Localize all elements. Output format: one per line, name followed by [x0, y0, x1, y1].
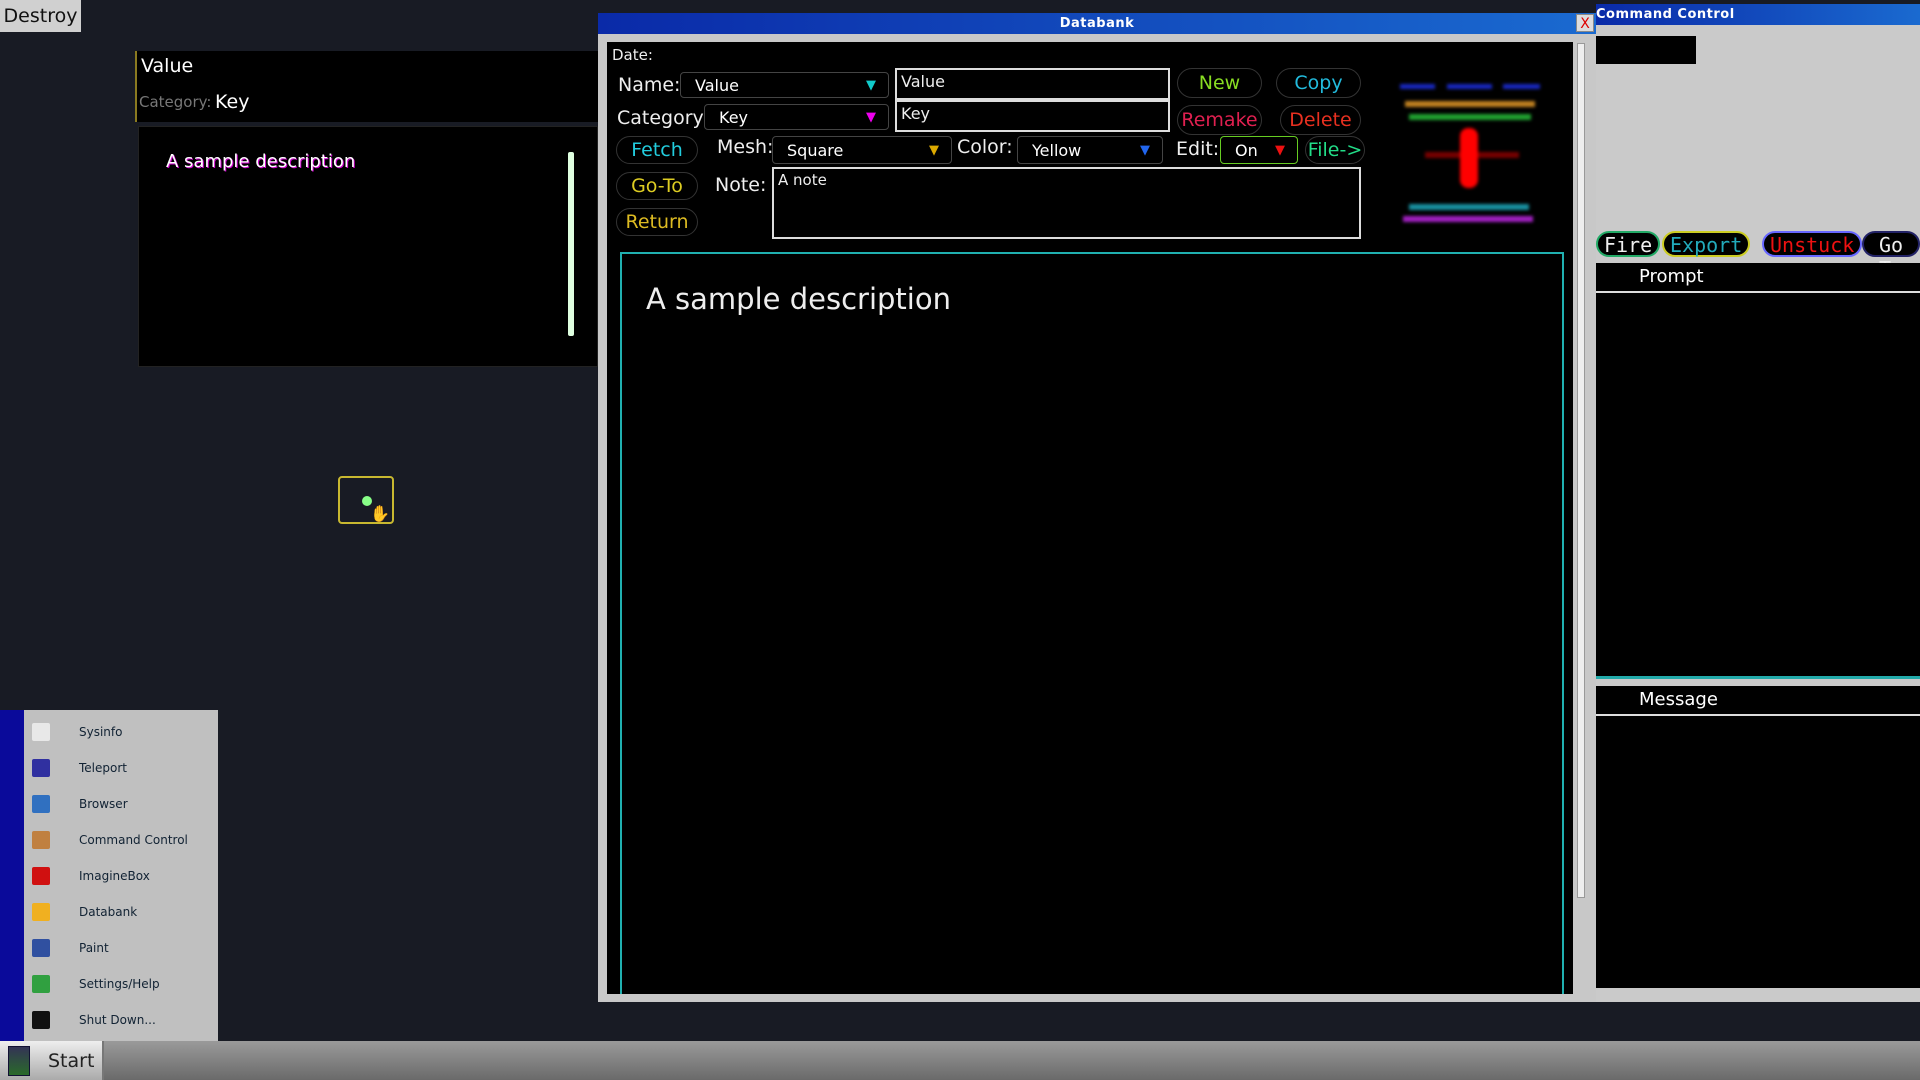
unstuck-button[interactable]: Unstuck: [1762, 231, 1862, 257]
app-icon: [32, 975, 50, 993]
start-button[interactable]: Start: [0, 1041, 104, 1080]
mesh-select[interactable]: Square ▼: [772, 136, 952, 164]
start-menu-item-label: Teleport: [79, 761, 127, 775]
record-card-header: Value Category: Key: [135, 51, 598, 122]
taskbar: Start: [0, 1041, 1920, 1080]
fetch-button[interactable]: Fetch: [616, 136, 698, 164]
edit-select-value: On: [1235, 141, 1258, 160]
record-description: A sample description: [166, 151, 355, 172]
mesh-label: Mesh:: [717, 136, 773, 158]
command-input[interactable]: [1596, 36, 1696, 64]
return-button[interactable]: Return: [616, 208, 698, 236]
chevron-down-icon: ▼: [1140, 143, 1150, 158]
category-select[interactable]: Key ▼: [704, 104, 889, 130]
start-menu-item-label: Settings/Help: [79, 977, 160, 991]
name-select-value: Value: [695, 76, 739, 95]
start-menu-item-label: Databank: [79, 905, 137, 919]
start-menu-list: Sysinfo Teleport Browser Command Control Ima…: [24, 710, 218, 1041]
name-select[interactable]: Value ▼: [680, 72, 889, 98]
world-node-icon[interactable]: ✋: [338, 476, 394, 524]
start-menu: Sysinfo Teleport Browser Command Control Ima…: [0, 710, 218, 1041]
name-input[interactable]: Value: [895, 68, 1170, 100]
category-select-value: Key: [719, 108, 748, 127]
export-button[interactable]: Export: [1662, 231, 1750, 257]
record-card-description: A sample description: [138, 126, 598, 367]
color-select[interactable]: Yellow ▼: [1017, 136, 1163, 164]
description-area[interactable]: A sample description: [620, 252, 1564, 994]
start-menu-item-label: ImagineBox: [79, 869, 150, 883]
record-category: Key: [215, 91, 249, 113]
start-menu-item[interactable]: Shut Down...: [24, 1002, 218, 1038]
start-menu-item-label: Command Control: [79, 833, 188, 847]
command-control-title[interactable]: Command Control: [1596, 4, 1920, 25]
start-label: Start: [48, 1050, 94, 1072]
prompt-header: Prompt: [1596, 263, 1920, 293]
app-icon: [32, 1011, 50, 1029]
start-menu-item[interactable]: Databank: [24, 894, 218, 930]
chevron-down-icon: ▼: [929, 143, 939, 158]
category-input[interactable]: Key: [895, 100, 1170, 132]
prompt-pane[interactable]: Prompt: [1596, 263, 1920, 679]
goto-button[interactable]: Go To: [1862, 231, 1920, 257]
edit-select[interactable]: On ▼: [1220, 136, 1298, 164]
app-icon: [32, 723, 50, 741]
databank-title[interactable]: Databank: [598, 13, 1596, 34]
mesh-preview: [1395, 78, 1545, 228]
command-control-window: Command Control Fire Export Unstuck Go T…: [1596, 4, 1920, 1002]
note-label: Note:: [715, 174, 766, 196]
start-menu-item-label: Sysinfo: [79, 725, 122, 739]
app-icon: [32, 903, 50, 921]
message-pane[interactable]: Message: [1596, 686, 1920, 988]
databank-window: Databank X Date: Name: Value ▼ Value Cate…: [598, 13, 1596, 1002]
app-icon: [32, 795, 50, 813]
date-label: Date:: [612, 46, 653, 64]
start-menu-item[interactable]: Browser: [24, 786, 218, 822]
app-icon: [32, 831, 50, 849]
fire-button[interactable]: Fire: [1596, 231, 1660, 257]
start-menu-item[interactable]: Teleport: [24, 750, 218, 786]
record-scrollbar[interactable]: [568, 152, 574, 336]
start-menu-item[interactable]: Settings/Help: [24, 966, 218, 1002]
start-menu-item-label: Browser: [79, 797, 128, 811]
category-label: Category:: [617, 107, 709, 129]
edit-label: Edit:: [1176, 138, 1219, 160]
databank-scrollbar[interactable]: [1577, 43, 1585, 898]
mesh-select-value: Square: [787, 141, 843, 160]
start-menu-item[interactable]: Sysinfo: [24, 714, 218, 750]
record-value: Value: [141, 55, 193, 77]
note-textarea[interactable]: A note: [772, 167, 1361, 239]
remake-button[interactable]: Remake: [1177, 105, 1262, 135]
start-menu-item[interactable]: Command Control: [24, 822, 218, 858]
message-header: Message: [1596, 686, 1920, 716]
start-menu-item-label: Shut Down...: [79, 1013, 156, 1027]
new-button[interactable]: New: [1177, 68, 1262, 98]
start-menu-item-label: Paint: [79, 941, 109, 955]
color-label: Color:: [957, 136, 1013, 158]
file-button[interactable]: File->: [1305, 136, 1365, 164]
name-label: Name:: [618, 74, 680, 96]
chevron-down-icon: ▼: [866, 78, 876, 93]
chevron-down-icon: ▼: [866, 110, 876, 125]
goto-button[interactable]: Go-To: [616, 172, 698, 200]
destroy-button[interactable]: Destroy: [0, 0, 81, 32]
close-icon[interactable]: X: [1576, 14, 1594, 32]
hand-cursor-icon: ✋: [370, 504, 390, 523]
color-select-value: Yellow: [1032, 141, 1081, 160]
start-menu-item[interactable]: Paint: [24, 930, 218, 966]
description-text: A sample description: [646, 282, 951, 316]
databank-body: Date: Name: Value▼ Value Category: Key▼ …: [607, 42, 1573, 994]
record-category-label: Category:: [139, 93, 211, 111]
app-icon: [32, 939, 50, 957]
start-menu-strip: [0, 710, 24, 1041]
app-icon: [32, 867, 50, 885]
chevron-down-icon: ▼: [1275, 143, 1285, 158]
delete-button[interactable]: Delete: [1280, 105, 1361, 135]
copy-button[interactable]: Copy: [1276, 68, 1361, 98]
castle-icon: [8, 1046, 30, 1076]
start-menu-item[interactable]: ImagineBox: [24, 858, 218, 894]
app-icon: [32, 759, 50, 777]
